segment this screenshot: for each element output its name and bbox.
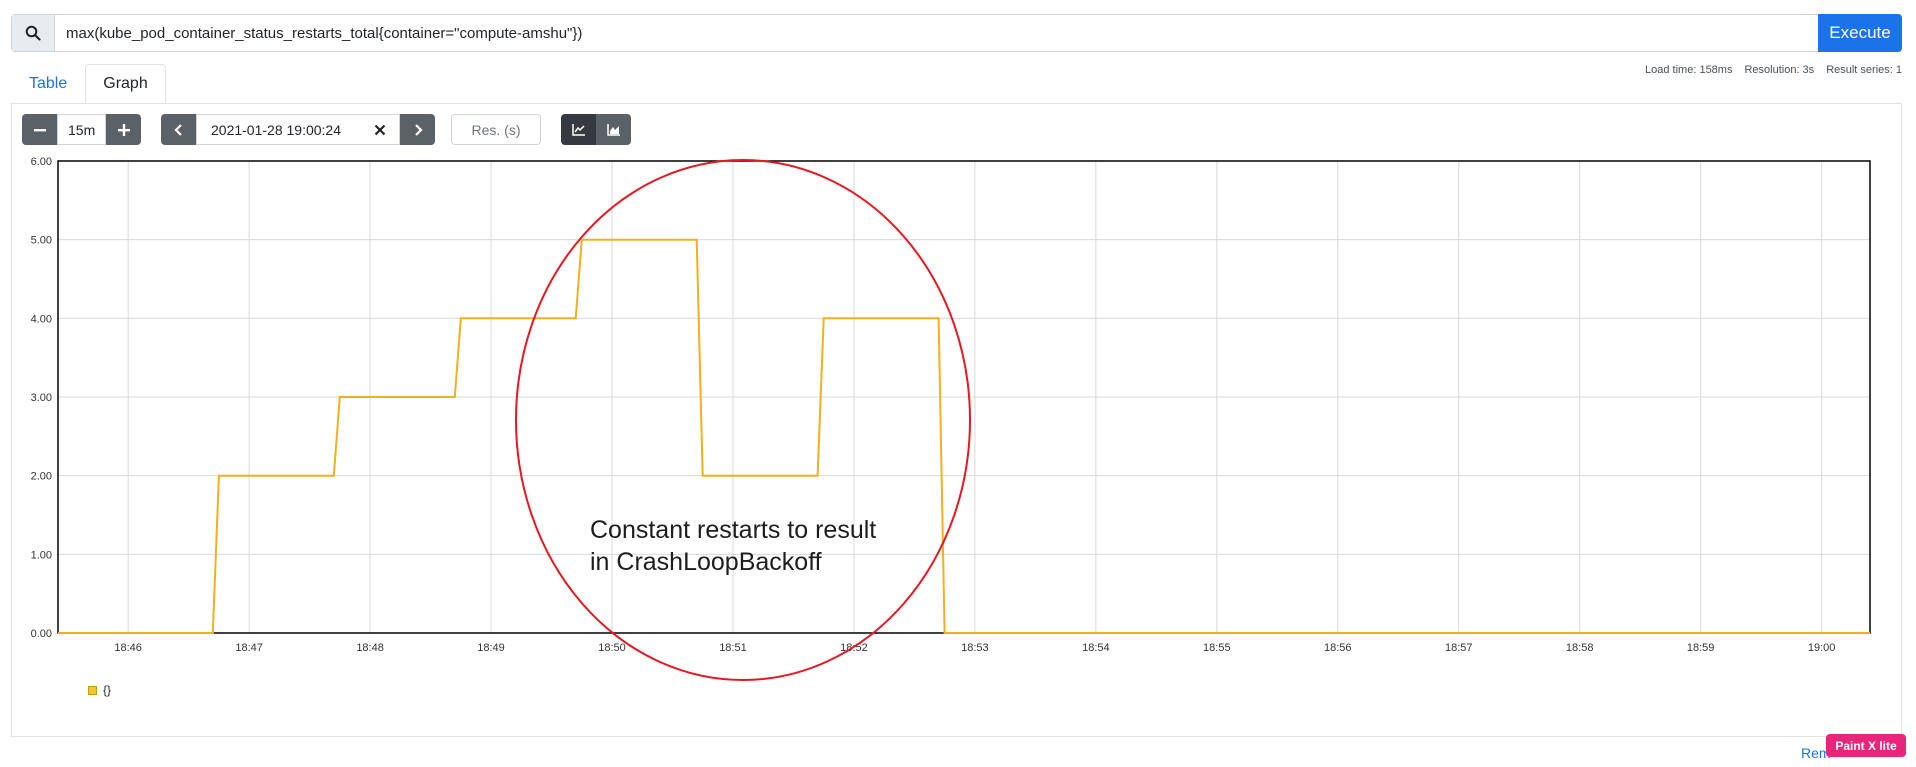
x-tick-label: 18:49 <box>477 642 505 654</box>
legend-swatch[interactable] <box>88 685 97 695</box>
x-axis-ticks: 18:46 18:47 18:48 18:49 18:50 18:51 18:52 18:53… <box>114 642 1835 654</box>
paint-x-lite-badge: Paint X lite <box>1826 734 1906 757</box>
y-tick-label: 4.00 <box>31 313 52 325</box>
annotation-line-2: in CrashLoopBackoff <box>590 548 822 576</box>
annotation-circle <box>515 159 971 681</box>
y-tick-label: 2.00 <box>31 471 52 483</box>
series-layer <box>58 238 1870 634</box>
x-tick-label: 19:00 <box>1808 642 1836 654</box>
x-tick-label: 18:57 <box>1445 642 1473 654</box>
y-tick-label: 6.00 <box>31 156 52 168</box>
y-axis-ticks: 0.00 1.00 2.00 3.00 4.00 5.00 6.00 <box>31 156 52 640</box>
x-tick-label: 18:58 <box>1566 642 1594 654</box>
y-tick-label: 1.00 <box>31 549 52 561</box>
series-line <box>58 238 1870 634</box>
x-tick-label: 18:51 <box>719 642 747 654</box>
x-tick-label: 18:56 <box>1324 642 1352 654</box>
annotation-line-1: Constant restarts to result <box>590 516 876 544</box>
graph-chart: 0.00 1.00 2.00 3.00 4.00 5.00 6.00 18:46 18:47 1… <box>31 156 1871 681</box>
x-tick-label: 18:46 <box>114 642 142 654</box>
chart-grid <box>58 160 1870 634</box>
x-tick-label: 18:55 <box>1203 642 1231 654</box>
x-tick-label: 18:53 <box>961 642 989 654</box>
x-tick-label: 18:47 <box>235 642 263 654</box>
y-tick-label: 5.00 <box>31 235 52 247</box>
x-tick-label: 18:54 <box>1082 642 1110 654</box>
x-tick-label: 18:48 <box>356 642 384 654</box>
y-tick-label: 3.00 <box>31 392 52 404</box>
legend: {} <box>88 683 111 697</box>
x-tick-label: 18:59 <box>1687 642 1715 654</box>
legend-label[interactable]: {} <box>103 683 111 697</box>
x-tick-label: 18:50 <box>598 642 626 654</box>
y-tick-label: 0.00 <box>31 628 52 640</box>
